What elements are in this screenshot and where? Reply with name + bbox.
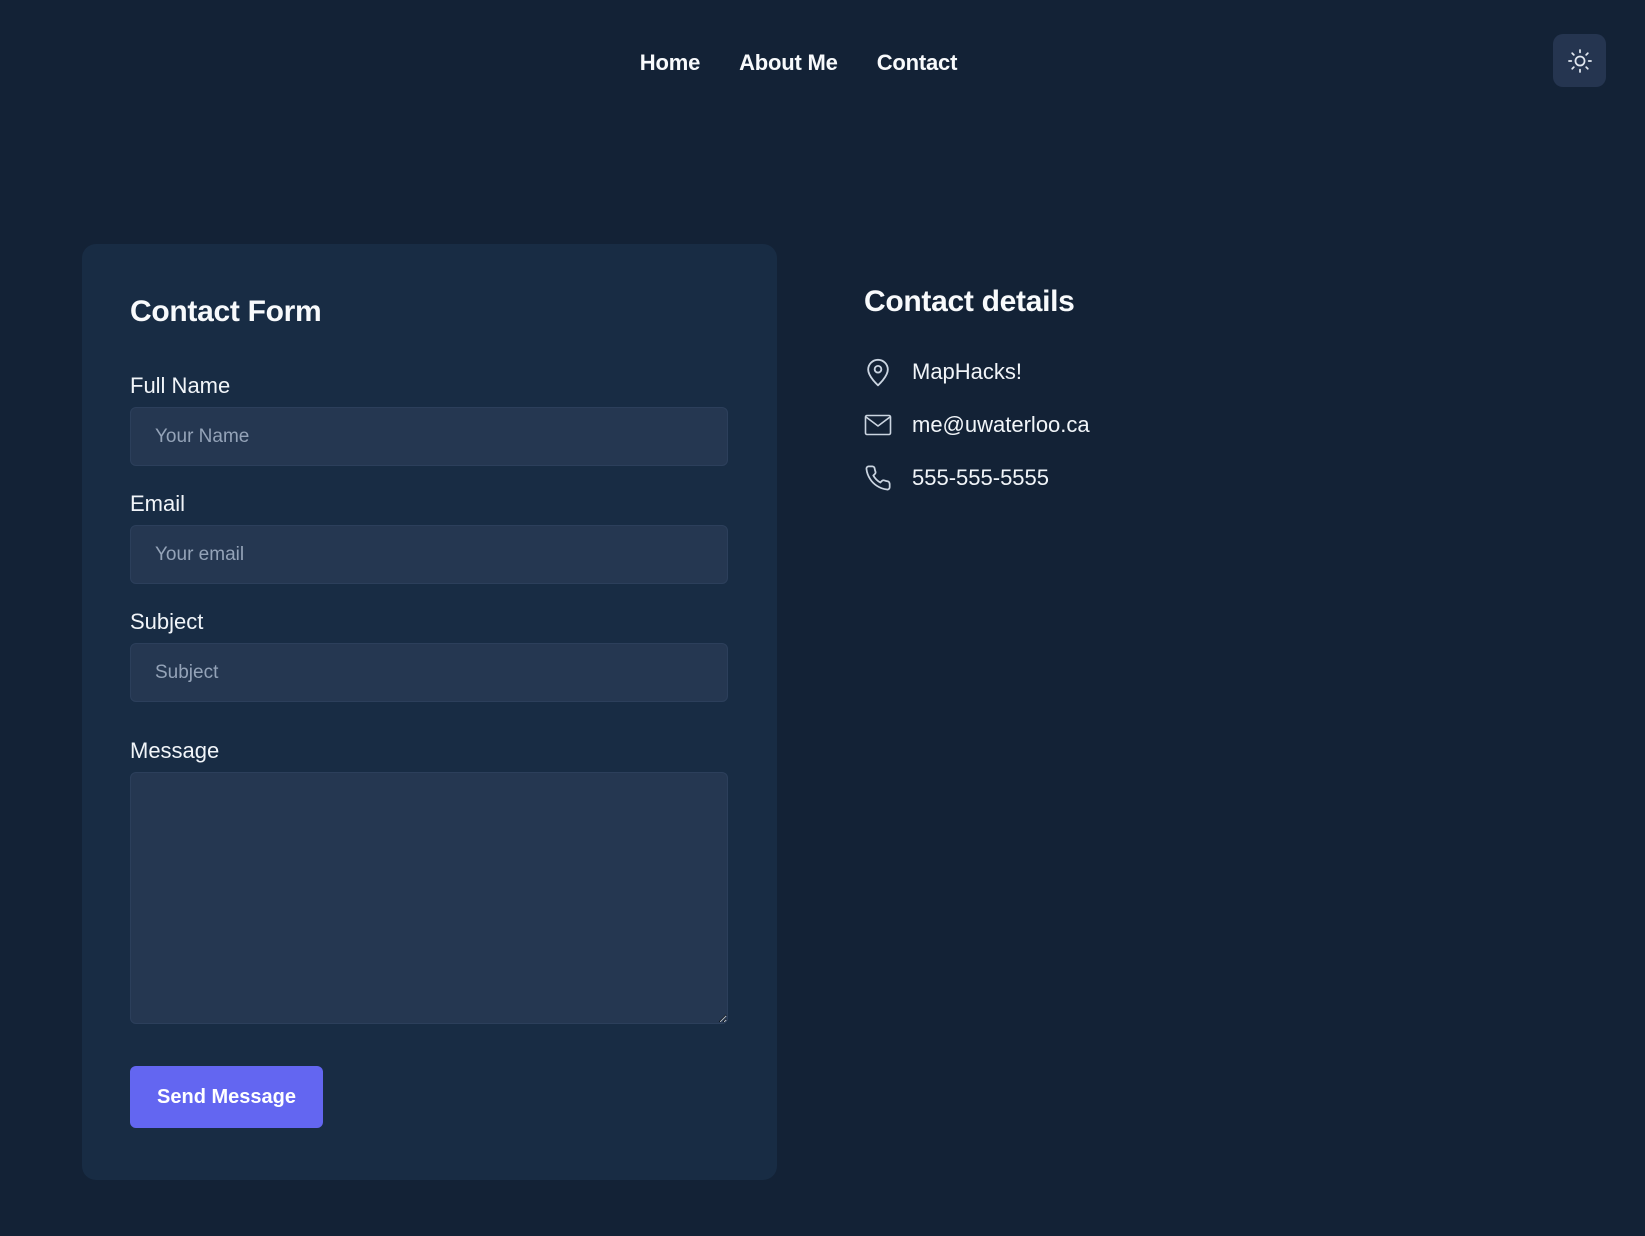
location-text: MapHacks!: [912, 359, 1023, 384]
contact-details-section: Contact details MapHacks! me@uwaterloo.c…: [864, 282, 1090, 513]
map-pin-icon: [864, 358, 892, 387]
contact-details-title: Contact details: [864, 285, 1075, 318]
top-nav: Home About Me Contact: [0, 46, 1645, 80]
detail-phone: 555-555-5555: [864, 460, 1090, 496]
message-textarea[interactable]: [130, 772, 728, 1024]
detail-location: MapHacks!: [864, 354, 1090, 390]
subject-input[interactable]: [130, 643, 728, 702]
nav-about-me-link[interactable]: About Me: [739, 46, 838, 80]
email-field-group: Email: [130, 489, 729, 584]
full-name-label: Full Name: [130, 373, 231, 398]
nav-contact-link[interactable]: Contact: [877, 46, 958, 80]
phone-icon: [864, 464, 892, 492]
contact-form-card: Contact Form Full Name Email Subject Mes…: [82, 244, 777, 1180]
email-text[interactable]: me@uwaterloo.ca: [912, 410, 1090, 440]
message-label: Message: [130, 738, 220, 763]
full-name-input[interactable]: [130, 407, 728, 466]
email-input[interactable]: [130, 525, 728, 584]
message-field-group: Message: [130, 736, 729, 1024]
nav-home-link[interactable]: Home: [640, 46, 701, 80]
subject-field-group: Subject: [130, 607, 729, 702]
email-label: Email: [130, 491, 186, 516]
send-message-button[interactable]: Send Message: [130, 1066, 323, 1128]
full-name-field-group: Full Name: [130, 371, 729, 466]
detail-email: me@uwaterloo.ca: [864, 407, 1090, 443]
theme-toggle-button[interactable]: [1553, 34, 1606, 87]
phone-text[interactable]: 555-555-5555: [912, 463, 1049, 493]
contact-form-title: Contact Form: [130, 295, 322, 328]
subject-label: Subject: [130, 609, 204, 634]
mail-icon: [864, 411, 892, 439]
sun-icon: [1567, 48, 1592, 73]
